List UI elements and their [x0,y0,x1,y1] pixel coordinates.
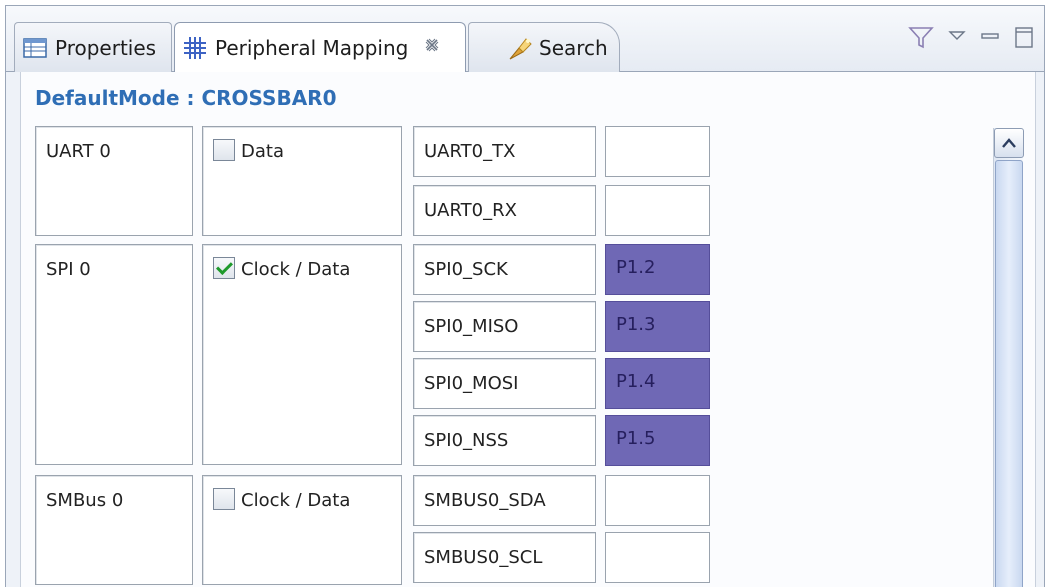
signal-spi0-sck: SPI0_SCK [413,244,596,295]
grid-mapping-icon [183,36,207,60]
checkbox-label: Clock / Data [241,259,351,280]
signal-name: SPI0_MOSI [424,373,519,394]
peripheral-option-smbus0: Clock / Data [202,475,402,585]
pin-uart0-tx[interactable] [605,126,710,177]
peripheral-name-label: SPI 0 [46,259,91,280]
tab-peripheral-mapping[interactable]: Peripheral Mapping [174,22,466,73]
signal-name: SPI0_MISO [424,316,519,337]
signal-smbus0-sda: SMBUS0_SDA [413,475,596,526]
properties-table-icon [23,36,47,60]
peripheral-option-uart0: Data [202,126,402,236]
page-title: DefaultMode : CROSSBAR0 [35,86,337,110]
tab-peripheral-mapping-label: Peripheral Mapping [215,35,409,60]
scrollbar-thumb[interactable] [995,160,1023,587]
pin-spi0-nss[interactable]: P1.5 [605,415,710,466]
peripheral-name-label: SMBus 0 [46,490,124,511]
pin-smbus0-sda[interactable] [605,475,710,526]
signal-spi0-miso: SPI0_MISO [413,301,596,352]
peripheral-name-uart0: UART 0 [35,126,193,236]
signal-name: SMBUS0_SCL [424,547,543,568]
signal-uart0-rx: UART0_RX [413,185,596,236]
peripheral-option-spi0: Clock / Data [202,244,402,465]
smbus0-clock-data-checkbox[interactable] [213,488,235,510]
pin-spi0-miso[interactable]: P1.3 [605,301,710,352]
uart0-data-checkbox[interactable] [213,139,235,161]
tab-properties[interactable]: Properties [14,22,172,72]
maximize-icon[interactable] [1014,25,1034,53]
signal-spi0-mosi: SPI0_MOSI [413,358,596,409]
signal-name: SPI0_NSS [424,430,509,451]
signal-name: UART0_RX [424,200,517,221]
checkbox-label: Data [241,141,284,162]
spi0-clock-data-checkbox[interactable] [213,257,235,279]
view-toolbar [908,24,1034,54]
signal-name: UART0_TX [424,141,516,162]
mapping-content-area: DefaultMode : CROSSBAR0 UART 0 Data UART… [20,72,1036,587]
search-flashlight-icon [507,36,532,60]
pin-value: P1.3 [616,314,656,335]
signal-spi0-nss: SPI0_NSS [413,415,596,466]
pin-spi0-sck[interactable]: P1.2 [605,244,710,295]
chevron-up-icon [1001,134,1017,153]
pin-value: P1.4 [616,371,656,392]
signal-name: SMBUS0_SDA [424,490,546,511]
peripheral-name-spi0: SPI 0 [35,244,193,465]
vertical-scrollbar[interactable] [993,128,1024,587]
pin-value: P1.5 [616,428,656,449]
pin-spi0-mosi[interactable]: P1.4 [605,358,710,409]
scroll-up-button[interactable] [994,128,1024,158]
view-menu-icon[interactable] [948,28,966,50]
pin-value: P1.2 [616,257,656,278]
signal-smbus0-scl: SMBUS0_SCL [413,532,596,583]
checkbox-label: Clock / Data [241,490,351,511]
pin-uart0-rx[interactable] [605,185,710,236]
peripheral-mapping-view: Properties Peripheral Mapping Search Def… [5,5,1045,587]
peripheral-name-label: UART 0 [46,141,111,162]
minimize-icon[interactable] [980,27,1000,51]
tab-properties-label: Properties [55,35,157,60]
tab-search[interactable]: Search [468,22,620,72]
peripheral-name-smbus0: SMBus 0 [35,475,193,585]
pin-smbus0-scl[interactable] [605,532,710,583]
close-icon[interactable] [424,37,440,58]
signal-name: SPI0_SCK [424,259,508,280]
signal-uart0-tx: UART0_TX [413,126,596,177]
filter-icon[interactable] [908,24,934,54]
view-tab-bar: Properties Peripheral Mapping Search [6,6,1044,73]
tab-search-label: Search [539,35,608,60]
